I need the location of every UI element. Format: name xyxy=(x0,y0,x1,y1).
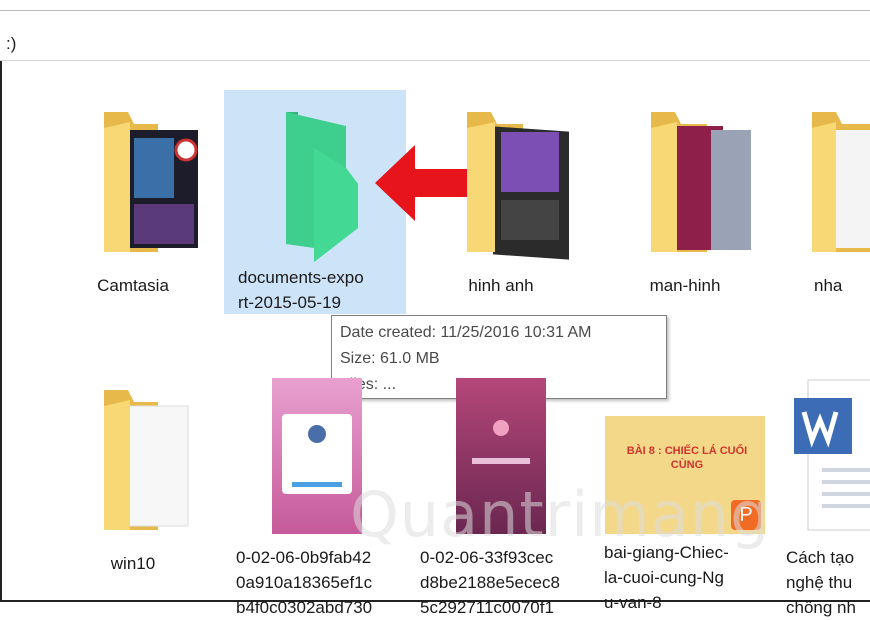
item-label: Camtasia xyxy=(97,276,169,295)
item-label-line2: la-cuoi-cung-Ng xyxy=(604,568,724,587)
item-label-line1: 0-02-06-0b9fab42 xyxy=(236,548,372,567)
ppt-thumbnail: BÀI 8 : CHIẾC LÁ CUỐI CÙNG P xyxy=(605,416,765,534)
folder-hinh-anh[interactable]: hinh anh xyxy=(410,92,592,298)
folder-icon xyxy=(104,112,208,252)
item-label-line1: bai-giang-Chiec- xyxy=(604,543,729,562)
image-thumbnail xyxy=(456,378,546,534)
item-label-line2: 0a910a18365ef1c xyxy=(236,573,373,592)
item-label-line3: chồng nh xyxy=(786,598,856,617)
breadcrumb-tail[interactable]: :) xyxy=(6,34,16,54)
file-image-2[interactable]: 0-02-06-33f93cec d8be2188e5ecec8 5c29271… xyxy=(410,378,592,620)
tooltip-date: Date created: 11/25/2016 10:31 AM xyxy=(340,324,592,341)
folder-nha[interactable]: nha xyxy=(776,92,870,298)
word-document-icon xyxy=(794,379,870,531)
item-label: nha xyxy=(814,276,843,295)
folder-icon xyxy=(467,112,569,260)
folder-icon xyxy=(104,390,189,530)
item-label-line3: 5c292711c0070f1 xyxy=(420,598,554,617)
item-label-line3: b4f0c0302abd730 xyxy=(236,598,373,617)
item-label-line2: nghệ thu xyxy=(786,573,853,592)
folder-icon xyxy=(812,112,870,252)
item-label: man-hinh xyxy=(649,276,721,295)
green-folder-icon xyxy=(286,112,358,262)
folder-win10[interactable]: win10 xyxy=(42,380,224,576)
item-label-line1: 0-02-06-33f93cec xyxy=(420,548,554,567)
divider xyxy=(0,10,870,11)
folder-icon xyxy=(651,112,751,252)
image-thumbnail xyxy=(272,378,362,534)
item-label-line3: u-van-8 xyxy=(604,593,662,612)
item-label-line1: Cách tạo xyxy=(786,548,855,567)
file-word-doc[interactable]: Cách tạo nghệ thu chồng nh xyxy=(778,378,870,620)
file-image-1[interactable]: 0-02-06-0b9fab42 0a910a18365ef1c b4f0c03… xyxy=(226,378,408,620)
folder-man-hinh[interactable]: man-hinh xyxy=(594,92,776,298)
tooltip-size: Size: 61.0 MB xyxy=(340,350,440,367)
address-bar-area: :) xyxy=(0,0,870,61)
folder-camtasia[interactable]: Camtasia xyxy=(42,92,224,298)
file-ppt-bai-giang[interactable]: BÀI 8 : CHIẾC LÁ CUỐI CÙNG P bai-giang-C… xyxy=(594,378,776,615)
ppt-title-text: BÀI 8 : CHIẾC LÁ CUỐI CÙNG xyxy=(626,445,748,471)
powerpoint-icon: P xyxy=(731,500,761,530)
item-label-line2: d8be2188e5ecec8 xyxy=(420,573,560,592)
divider xyxy=(0,60,870,61)
item-label-line2: rt-2015-05-19 xyxy=(238,293,342,312)
item-label: hinh anh xyxy=(468,276,534,295)
item-label: win10 xyxy=(110,554,156,573)
